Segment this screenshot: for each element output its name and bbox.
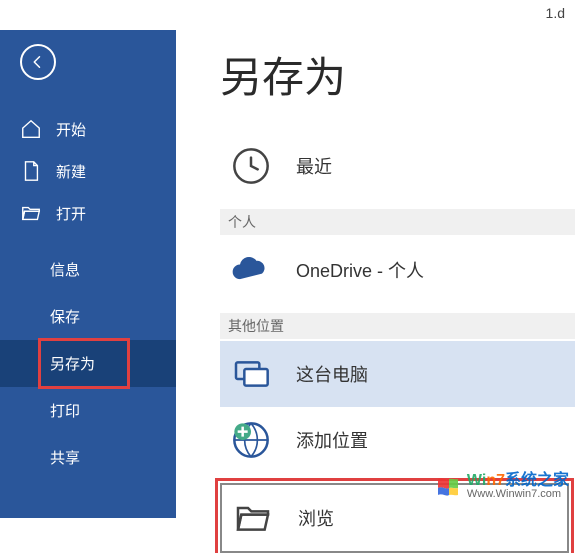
nav-open[interactable]: 打开 [0, 192, 176, 234]
location-add-place-label: 添加位置 [296, 427, 368, 453]
folder-open-icon [20, 202, 42, 224]
home-icon [20, 118, 42, 140]
location-recent[interactable]: 最近 [220, 133, 575, 199]
location-this-pc-label: 这台电脑 [296, 361, 368, 387]
watermark-brand3: 系统之家 [505, 473, 569, 489]
nav-save-as-label: 另存为 [50, 353, 95, 374]
nav-share-label: 共享 [50, 447, 80, 468]
nav-save-label: 保存 [50, 306, 80, 327]
location-add-place[interactable]: 添加位置 [220, 407, 575, 473]
location-onedrive[interactable]: OneDrive - 个人 [220, 237, 575, 303]
nav-new-label: 新建 [56, 161, 86, 182]
title-bar: 1.d [0, 0, 575, 30]
location-onedrive-label: OneDrive - 个人 [296, 257, 424, 283]
nav-print-label: 打印 [50, 400, 80, 421]
nav-save-as[interactable]: 另存为 [0, 340, 176, 387]
nav-print[interactable]: 打印 [0, 387, 176, 434]
filename: 1.d [546, 5, 565, 21]
location-recent-label: 最近 [296, 153, 332, 179]
nav-home[interactable]: 开始 [0, 108, 176, 150]
backstage-sidebar: 开始 新建 打开 信息 保存 另存为 打印 共享 [0, 0, 176, 518]
watermark-brand2: n7 [486, 473, 505, 489]
windows-flag-icon [433, 475, 463, 499]
folder-icon [230, 495, 276, 541]
document-icon [20, 160, 42, 182]
watermark-url: Www.Winwin7.com [467, 489, 569, 500]
watermark: Wi n7 系统之家 Www.Winwin7.com [433, 473, 569, 500]
cloud-icon [228, 247, 274, 293]
nav-home-label: 开始 [56, 119, 86, 140]
add-place-icon [228, 417, 274, 463]
watermark-brand1: Wi [467, 473, 486, 489]
clock-icon [228, 143, 274, 189]
location-this-pc[interactable]: 这台电脑 [220, 341, 575, 407]
main-panel: 另存为 最近 个人 OneDrive - 个人 其他位置 这台电脑 添加位置 浏… [176, 0, 575, 518]
section-other: 其他位置 [220, 313, 575, 339]
back-button[interactable] [20, 44, 56, 80]
nav-new[interactable]: 新建 [0, 150, 176, 192]
location-browse-label: 浏览 [298, 505, 334, 531]
page-title: 另存为 [220, 44, 575, 105]
nav-open-label: 打开 [56, 203, 86, 224]
nav-info-label: 信息 [50, 259, 80, 280]
section-personal: 个人 [220, 209, 575, 235]
pc-icon [228, 351, 274, 397]
nav-save[interactable]: 保存 [0, 293, 176, 340]
nav-info[interactable]: 信息 [0, 246, 176, 293]
nav-share[interactable]: 共享 [0, 434, 176, 481]
arrow-left-icon [29, 53, 47, 71]
